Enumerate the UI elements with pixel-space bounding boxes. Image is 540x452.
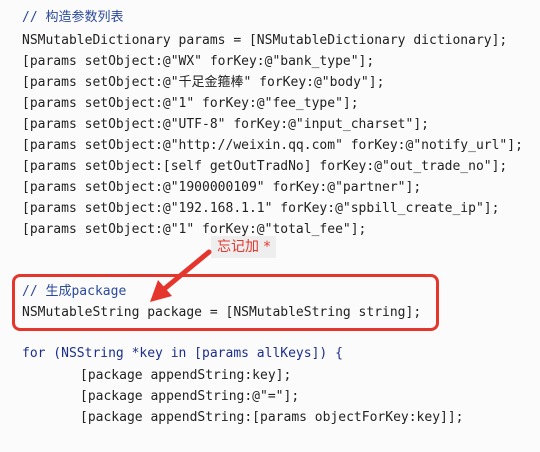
highlighted-comment: // 生成package — [22, 284, 127, 299]
code-line: [params setObject:@"1" forKey:@"fee_type… — [22, 96, 359, 111]
code-screenshot: // 构造参数列表 NSMutableDictionary params = [… — [0, 0, 540, 452]
code-line: [params setObject:[self getOutTradNo] fo… — [22, 159, 508, 174]
code-line: [params setObject:@"WX" forKey:@"bank_ty… — [22, 54, 375, 69]
code-line: [params setObject:@"UTF-8" forKey:@"inpu… — [22, 117, 429, 132]
loop-body-line: [package appendString:key]; — [80, 368, 292, 383]
code-line: [params setObject:@"192.168.1.1" forKey:… — [22, 201, 500, 216]
code-line: [params setObject:@"千足金箍棒" forKey:@"body… — [22, 75, 385, 90]
loop-body-line: [package appendString:[params objectForK… — [80, 410, 464, 425]
loop-body-line: [package appendString:@"="]; — [80, 389, 300, 404]
loop-header: for (NSString *key in [params allKeys]) … — [22, 346, 343, 361]
annotation-label: 忘记加 * — [211, 236, 277, 258]
code-line: [params setObject:@"1900000109" forKey:@… — [22, 180, 422, 195]
code-line: [params setObject:@"http://weixin.qq.com… — [22, 138, 523, 153]
highlighted-code-line: NSMutableString package = [NSMutableStri… — [22, 305, 422, 320]
code-comment: // 构造参数列表 — [22, 10, 124, 25]
code-line: NSMutableDictionary params = [NSMutableD… — [22, 33, 508, 48]
code-line: [params setObject:@"1" forKey:@"total_fe… — [22, 222, 367, 237]
